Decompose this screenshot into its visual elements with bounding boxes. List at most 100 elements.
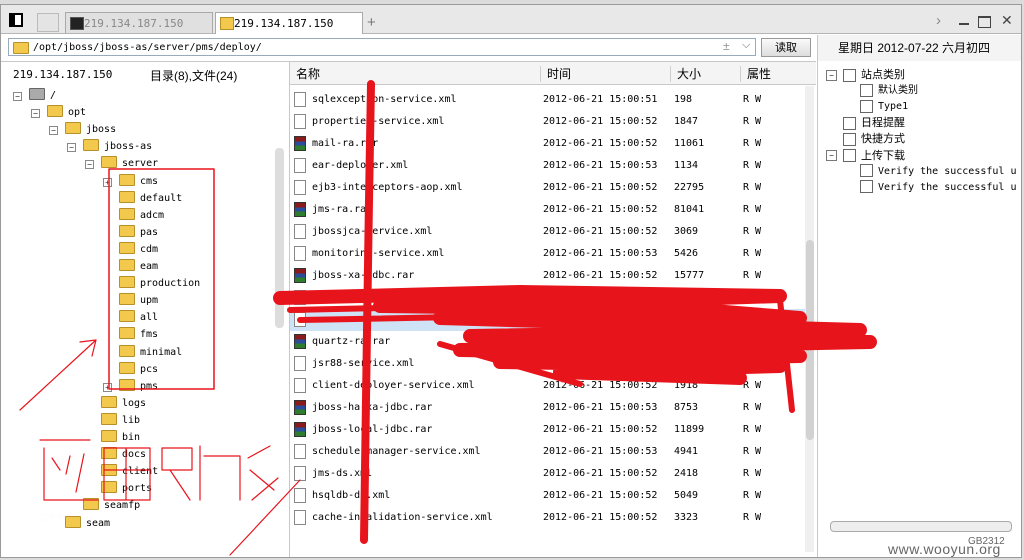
table-row[interactable]: jboss-xa-jdbc.rar 2012-06-21 15:00:52 1577… — [290, 265, 805, 287]
side-item[interactable]: Type1 — [860, 99, 908, 115]
archive-icon — [294, 422, 306, 437]
file-attr: R W — [743, 380, 762, 391]
folder-icon — [101, 481, 117, 494]
side-item[interactable]: Verify the successful u — [860, 180, 1016, 196]
side-item[interactable]: − 上传下载 — [826, 148, 905, 164]
watermark: www.wooyun.org — [888, 541, 1001, 557]
tree-node[interactable]: − jboss — [49, 122, 116, 138]
chevron-down-icon[interactable]: ⌵ — [742, 39, 750, 52]
tree-node[interactable]: − opt — [31, 105, 86, 121]
tree-node[interactable]: default — [103, 190, 182, 207]
close-icon[interactable]: ✕ — [1001, 12, 1013, 29]
table-row[interactable]: schedule-manager-service.xml 2012-06-21 1… — [290, 441, 805, 463]
table-row[interactable]: jboss-local-jdbc.rar 2012-06-21 15:00:52 1… — [290, 419, 805, 441]
side-item[interactable]: 日程提醒 — [826, 115, 905, 131]
tree-node[interactable]: seamfp — [67, 498, 140, 514]
path-input[interactable]: /opt/jboss/jboss-as/server/pms/deploy/ ±… — [8, 38, 756, 56]
expand-icon[interactable]: + — [103, 382, 112, 392]
table-row[interactable]: jms-ds.xml 2012-06-21 15:00:52 2418 R W — [290, 463, 805, 485]
tree-scrollbar[interactable] — [275, 148, 284, 328]
table-row[interactable]: properties-service.xml 2012-06-21 15:00:5… — [290, 111, 805, 133]
tree-node[interactable]: + cms — [103, 173, 158, 190]
tree-node[interactable]: pcs — [103, 361, 158, 378]
table-row[interactable]: scheduler-service.xml 2012-06-21 15:00:52… — [290, 287, 805, 309]
file-name: hsqldb-ds.xml — [312, 490, 391, 501]
table-row[interactable]: cache-invalidation-service.xml 2012-06-21… — [290, 507, 805, 529]
tab-terminal[interactable]: 219.134.187.150 — [65, 12, 213, 33]
file-name: jms-ra.rar — [312, 204, 373, 215]
file-name: client-deployer-service.xml — [312, 380, 475, 391]
side-item[interactable]: Verify the successful u — [860, 164, 1016, 180]
tree-node[interactable]: − server — [85, 156, 158, 172]
file-size: 2418 — [674, 468, 699, 479]
blank-tab-icon[interactable] — [37, 13, 59, 32]
tree-node[interactable]: logs — [85, 395, 146, 412]
expand-icon[interactable]: + — [103, 177, 112, 187]
tree-node[interactable]: all — [103, 310, 158, 326]
collapse-icon[interactable]: − — [49, 126, 58, 136]
folder-icon — [119, 361, 135, 374]
table-row[interactable]: monitoring-service.xml 2012-06-21 15:00:5… — [290, 243, 805, 265]
collapse-icon[interactable]: − — [85, 160, 94, 170]
tree-node[interactable]: seam — [49, 515, 110, 532]
new-tab-button[interactable]: + — [367, 14, 376, 31]
file-size: 3323 — [674, 512, 699, 523]
tree-node[interactable]: docs — [85, 447, 146, 463]
file-name: monitoring-service.xml — [312, 248, 445, 259]
tree-node-label: minimal — [140, 346, 183, 358]
maximize-icon[interactable] — [978, 16, 991, 28]
side-item[interactable]: 默认类别 — [860, 83, 918, 99]
chevron-right-icon[interactable]: › — [936, 12, 941, 29]
tree-node[interactable]: client — [85, 464, 158, 480]
tree-node[interactable]: production — [103, 276, 200, 292]
column-name[interactable]: 名称 — [290, 66, 540, 82]
table-row[interactable]: jms-ra.rar 2012-06-21 15:00:52 81041 R W — [290, 199, 805, 221]
tree-node[interactable]: upm — [103, 293, 158, 309]
read-button[interactable]: 读取 — [761, 38, 811, 57]
plus-minus-icon[interactable]: ± — [723, 39, 730, 53]
tree-node[interactable]: pas — [103, 224, 158, 241]
table-row[interactable]: ear-deployer.xml 2012-06-21 15:00:53 1134 R… — [290, 155, 805, 177]
tree-node[interactable]: ports — [85, 481, 152, 497]
tree-node[interactable]: eam — [103, 259, 158, 275]
collapse-icon[interactable]: − — [13, 92, 22, 101]
table-row[interactable]: client-deployer-service.xml 2012-06-21 15… — [290, 375, 805, 397]
file-attr: R W — [743, 270, 762, 281]
folder-icon — [119, 224, 135, 237]
tree-node[interactable]: − jboss-as — [67, 139, 152, 155]
table-row[interactable]: quartz-ra.rar R W — [290, 331, 805, 353]
table-row[interactable]: ejb3-interceptors-aop.xml 2012-06-21 15:0… — [290, 177, 805, 199]
table-row[interactable]: jboss-ha-xa-jdbc.rar 2012-06-21 15:00:53 8… — [290, 397, 805, 419]
column-size[interactable]: 大小 — [670, 66, 740, 82]
collapse-icon[interactable]: − — [67, 143, 76, 153]
table-row[interactable] — [290, 309, 805, 331]
column-time[interactable]: 时间 — [540, 66, 670, 82]
tree-node[interactable]: cdm — [103, 241, 158, 258]
table-row[interactable]: mail-ra.rar 2012-06-21 15:00:52 11061 R W — [290, 133, 805, 155]
file-size: 2889 — [674, 292, 699, 303]
side-item[interactable]: 快捷方式 — [826, 131, 905, 147]
table-row[interactable]: sqlexception-service.xml 2012-06-21 15:00… — [290, 89, 805, 111]
tree-node[interactable]: bin — [85, 430, 140, 446]
tree-node[interactable]: + pms — [103, 378, 158, 395]
table-row[interactable]: jbossjca-service.xml 2012-06-21 15:00:52 3… — [290, 221, 805, 243]
table-row[interactable]: jsr88-service.xml 2012-06-21 15:00:52 R W — [290, 353, 805, 375]
tree-node[interactable]: lib — [85, 412, 140, 429]
list-scrollbar-thumb[interactable] — [806, 240, 814, 440]
collapse-icon[interactable]: − — [826, 69, 837, 81]
table-row[interactable]: hsqldb-ds.xml 2012-06-21 15:00:52 5049 R W — [290, 485, 805, 507]
minimize-icon[interactable] — [959, 23, 969, 25]
folder-icon — [83, 498, 99, 511]
tree-node[interactable]: adcm — [103, 207, 164, 224]
side-scrollbar[interactable] — [830, 521, 1012, 532]
tab-sftp[interactable]: 219.134.187.150 — [215, 12, 363, 34]
sidebar-toggle-icon[interactable] — [9, 13, 23, 27]
collapse-icon[interactable]: − — [31, 109, 40, 119]
tree-node[interactable]: fms — [103, 327, 158, 343]
column-attr[interactable]: 属性 — [740, 66, 805, 82]
tree-node[interactable]: minimal — [103, 344, 183, 361]
file-size: 4941 — [674, 446, 699, 457]
side-item[interactable]: − 站点类别 — [826, 67, 905, 83]
collapse-icon[interactable]: − — [826, 150, 837, 162]
tree-node[interactable]: − / — [13, 88, 56, 104]
